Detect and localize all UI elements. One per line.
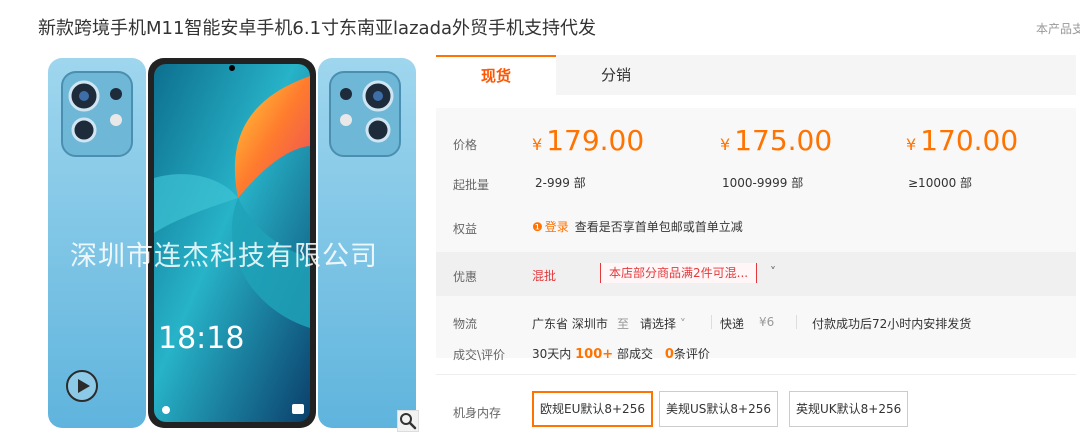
deals-row: 30天内 100+ 部成交 0条评价	[532, 347, 710, 362]
deals-count: 100+	[575, 347, 614, 362]
price-tier-3: ¥170.00	[906, 124, 1019, 157]
benefit-label: 权益	[453, 222, 478, 236]
divider	[436, 374, 1076, 375]
product-title: 新款跨境手机M11智能安卓手机6.1寸东南亚lazada外贸手机支持代发	[38, 18, 597, 39]
product-gallery[interactable]: 18:18 深圳市连杰科技有限公司	[48, 58, 420, 432]
price-tier-2: ¥175.00	[720, 124, 833, 157]
ship-method: 快递	[720, 317, 745, 331]
mix-batch-tag: 混批	[532, 269, 557, 283]
benefit-row: ❶ 登录 查看是否享首单包邮或首单立减	[532, 218, 743, 235]
login-link[interactable]: 登录	[545, 220, 569, 234]
price-tier-1: ¥179.00	[532, 124, 645, 157]
price-label: 价格	[453, 138, 478, 152]
promo-coupon-tag[interactable]: 本店部分商品满2件可混...	[600, 263, 758, 283]
spec-option-uk[interactable]: 英规UK默认8+256	[789, 391, 909, 427]
shipping-label: 物流	[453, 317, 478, 331]
ship-destination-select[interactable]: 请选择 ˅	[640, 315, 686, 332]
tab-distribution[interactable]: 分销	[556, 55, 676, 95]
side-note: 本产品支	[1036, 22, 1080, 36]
spec-option-eu[interactable]: 欧规EU默认8+256	[532, 391, 653, 427]
price-panel: 价格 ¥179.00 ¥175.00 ¥170.00 起批量 2-999 部 1…	[436, 108, 1076, 362]
chevron-down-icon[interactable]: ˅	[770, 265, 776, 279]
lock-time: 18:18	[158, 321, 244, 356]
play-icon[interactable]	[66, 370, 98, 402]
qty-tier-1: 2-999 部	[535, 176, 586, 190]
separator	[796, 315, 797, 329]
ship-fee: ¥6	[759, 315, 775, 329]
magnifier-icon[interactable]	[397, 410, 419, 432]
separator	[711, 315, 712, 329]
ship-to-word: 至	[617, 317, 630, 331]
chevron-down-icon: ˅	[679, 317, 686, 331]
deals-label: 成交\评价	[453, 348, 506, 362]
offer-tabs: 现货 分销	[436, 55, 1076, 95]
promo-label: 优惠	[453, 270, 478, 284]
watermark: 深圳市连杰科技有限公司	[70, 241, 378, 272]
ship-note: 付款成功后72小时内安排发货	[812, 317, 972, 331]
spec-label: 机身内存	[453, 406, 502, 420]
benefit-text: 查看是否享首单包邮或首单立减	[574, 220, 743, 234]
spec-option-us[interactable]: 美规US默认8+256	[659, 391, 778, 427]
review-count: 0	[664, 347, 674, 362]
qty-label: 起批量	[453, 178, 490, 192]
product-photo[interactable]: 18:18 深圳市连杰科技有限公司	[48, 58, 416, 428]
ship-from: 广东省 深圳市	[532, 317, 608, 331]
gift-icon: ❶	[532, 220, 543, 234]
tab-in-stock[interactable]: 现货	[436, 55, 556, 95]
qty-tier-2: 1000-9999 部	[722, 176, 804, 190]
qty-tier-3: ≥10000 部	[908, 176, 973, 190]
